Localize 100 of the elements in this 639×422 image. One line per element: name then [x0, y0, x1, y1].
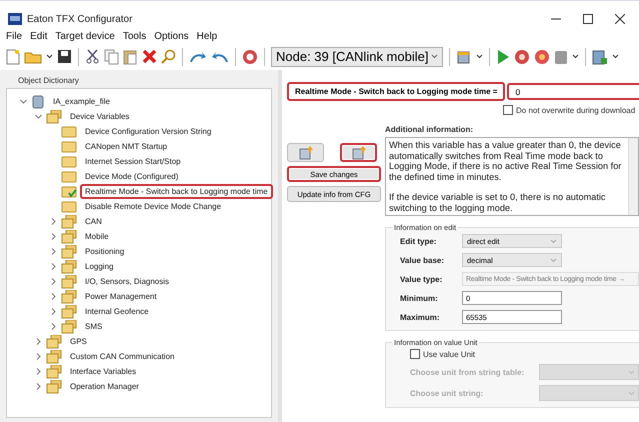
node-select[interactable]: Node: 39 [CANlink mobile] — [271, 46, 443, 66]
folders-icon — [46, 350, 62, 364]
app-logo-icon — [8, 13, 22, 25]
expand-chevron-icon[interactable] — [34, 367, 43, 376]
expand-chevron-icon[interactable] — [49, 292, 58, 301]
tree-item[interactable]: Positioning — [80, 244, 130, 259]
maximize-icon[interactable] — [583, 14, 593, 24]
menu-item[interactable]: Target device — [55, 31, 115, 42]
folders-icon — [61, 260, 77, 274]
menu-item[interactable]: File — [6, 31, 22, 42]
folders-icon — [61, 244, 77, 258]
folder-check-icon — [61, 185, 77, 198]
expand-chevron-icon[interactable] — [34, 352, 43, 361]
folder-icon — [61, 140, 77, 153]
field-label: Value type: — [400, 274, 444, 284]
expand-chevron-icon[interactable] — [49, 322, 58, 331]
field-label: Minimum: — [400, 294, 439, 302]
save-icon[interactable] — [57, 49, 72, 64]
close-icon[interactable] — [615, 14, 625, 24]
icon-button[interactable] — [340, 143, 377, 162]
field-label: Choose unit from string table: — [410, 368, 524, 376]
expand-chevron-icon[interactable] — [49, 277, 58, 286]
field-label: Choose unit string: — [410, 388, 484, 398]
info-paragraph: When this variable has a value greater than 0, the device automatically switches from Real Time mode back to Logging Mode, if there is no active Real Time Session for the defined time in minutes. — [389, 140, 622, 182]
delete-icon[interactable] — [142, 49, 157, 64]
tree-item[interactable]: Internet Session Start/Stop — [80, 154, 186, 169]
folders-icon — [61, 214, 77, 228]
expand-chevron-icon[interactable] — [49, 232, 58, 241]
export-icon[interactable] — [592, 48, 608, 64]
field-label: Value base: — [400, 256, 446, 264]
checkbox[interactable] — [410, 349, 420, 359]
folders-icon — [46, 334, 62, 348]
dropdown-caret-icon — [572, 54, 579, 59]
dropdown-caret-icon — [550, 238, 557, 244]
folders-icon — [46, 380, 62, 394]
tree-item[interactable]: GPS — [65, 334, 92, 349]
dropdown-caret-icon — [476, 54, 483, 59]
pane-title: Object Dictionary — [18, 76, 80, 85]
tree-item[interactable]: Device Variables — [65, 109, 134, 124]
folders-icon — [61, 320, 77, 334]
checkbox-label: Do not overwrite during download — [516, 106, 636, 114]
menu-item[interactable]: Edit — [30, 31, 48, 42]
folders-icon — [46, 364, 62, 378]
tree-item[interactable]: Realtime Mode - Switch back to Logging mode time — [80, 184, 273, 199]
folders-icon — [61, 290, 77, 304]
field-label: Maximum: — [400, 312, 441, 322]
tree-item[interactable]: I/O, Sensors, Diagnosis — [80, 274, 174, 289]
menu-item[interactable]: Help — [196, 31, 218, 42]
tree-item[interactable]: Custom CAN Communication — [65, 349, 180, 364]
checkbox-label: Use value Unit — [423, 350, 476, 358]
expand-chevron-icon[interactable] — [49, 247, 58, 256]
play-icon[interactable] — [496, 48, 510, 64]
menu-item[interactable]: Options — [154, 31, 189, 42]
tree-item[interactable]: CANopen NMT Startup — [80, 139, 172, 154]
expand-chevron-icon[interactable] — [49, 307, 58, 316]
tree-item[interactable]: Internal Geofence — [80, 304, 154, 319]
folder-icon — [61, 200, 77, 213]
field-label: Edit type: — [400, 236, 438, 246]
search-icon[interactable] — [161, 49, 176, 64]
open-folder-icon[interactable] — [24, 50, 42, 64]
expand-chevron-icon[interactable] — [49, 262, 58, 271]
info-paragraph: If the device variable is set to 0, there is no automatic switching to the logging mode. — [389, 192, 607, 213]
expand-chevron-icon[interactable] — [49, 217, 58, 226]
tree-item[interactable]: IA_example_file — [48, 94, 115, 109]
tree-item[interactable]: Power Management — [80, 289, 162, 304]
tree-item[interactable]: Disable Remote Device Mode Change — [80, 199, 226, 214]
tree-item[interactable]: SMS — [80, 319, 108, 334]
checkbox[interactable] — [503, 105, 513, 115]
cube-arrow-icon — [350, 145, 366, 160]
dropdown-caret-icon — [550, 258, 557, 262]
tree-item[interactable]: Device Configuration Version String — [80, 124, 216, 139]
collapse-chevron-icon[interactable] — [34, 112, 43, 121]
tree-item[interactable]: Logging — [80, 259, 118, 274]
scissors-icon[interactable] — [85, 49, 100, 64]
dropdown-caret-icon — [628, 390, 635, 396]
section-title: Additional information: — [385, 125, 474, 134]
window-title: Eaton TFX Configurator — [27, 14, 134, 24]
folders-icon — [61, 274, 77, 288]
dropdown-caret-icon — [612, 54, 619, 59]
tree-item[interactable]: Interface Variables — [65, 364, 142, 379]
tree-item[interactable]: Mobile — [80, 229, 114, 244]
collapse-chevron-icon[interactable] — [19, 97, 28, 106]
variable-label: Realtime Mode - Switch back to Logging mode time = — [287, 82, 506, 101]
scrollbar[interactable] — [628, 138, 638, 215]
cube-icon[interactable] — [456, 49, 472, 64]
paste-icon[interactable] — [123, 48, 138, 64]
dropdown-caret-icon — [431, 54, 438, 59]
arrow-icon[interactable] — [189, 50, 207, 64]
value-field[interactable]: 0 — [507, 83, 639, 100]
tree-item[interactable]: CAN — [80, 214, 107, 229]
new-file-icon[interactable] — [6, 48, 20, 64]
expand-chevron-icon[interactable] — [34, 382, 43, 391]
menu-item[interactable]: Tools — [122, 31, 146, 42]
folder-icon — [61, 125, 77, 138]
expand-chevron-icon[interactable] — [34, 337, 43, 346]
tree-item[interactable]: Operation Manager — [65, 379, 144, 394]
tree-item[interactable]: Device Mode (Configured) — [80, 169, 184, 184]
folders-icon — [46, 110, 62, 124]
icon-button[interactable] — [287, 143, 324, 162]
cube-arrow-icon — [298, 145, 314, 160]
